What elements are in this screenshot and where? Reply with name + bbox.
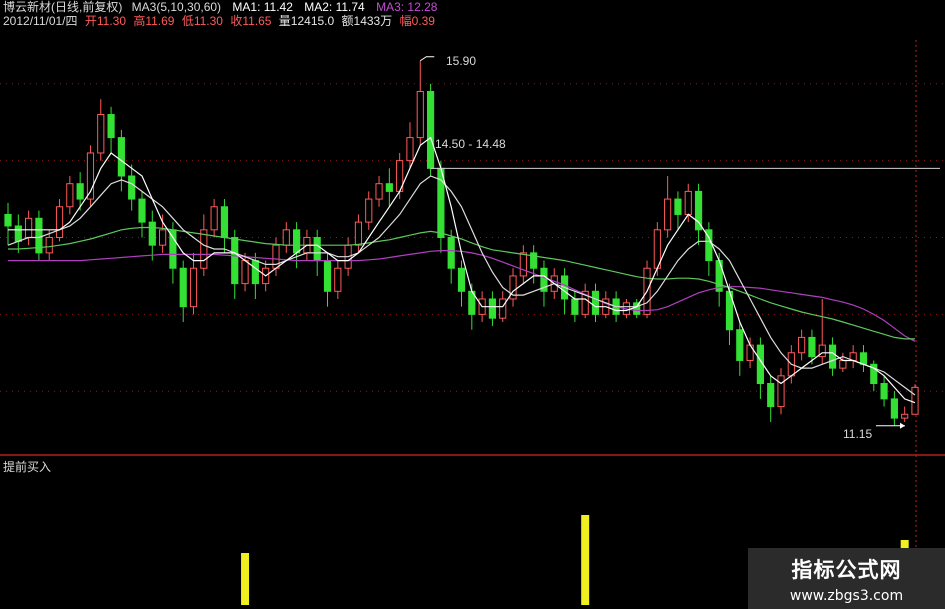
candle-body [241,260,249,285]
candle-body [282,229,290,246]
candle-body [313,237,321,262]
candle-body [4,213,12,227]
stock-chart[interactable] [0,0,945,609]
candle-body [447,237,455,269]
watermark: 指标公式网 www.zbgs3.com [748,548,945,609]
candle-body [365,198,373,223]
candle-body [694,190,703,231]
candle-body [138,198,146,223]
candle-body [777,375,785,408]
candle-body [159,229,167,246]
volume-value: 量12415.0 [278,14,335,28]
candle-body [354,221,363,246]
candle-body [107,114,115,139]
candle-body [890,398,898,419]
candle-body [488,298,497,319]
candle-body [169,229,177,269]
candle-body [334,267,342,292]
candle-body [323,260,332,292]
date-label: 2012/11/01/四 [3,14,78,28]
amount-value: 额1433万 [341,14,393,28]
candle-body [231,237,239,285]
ma2-value: MA2: 11.74 [304,0,365,14]
candle-body [519,252,527,277]
candle-body [457,267,466,292]
high-marker [419,56,435,62]
candle-body [200,229,208,269]
stock-name: 博云新材(日线,前复权) [3,0,123,14]
low-value: 低11.30 [181,14,223,28]
header-row-1: 博云新材(日线,前复权) MA3(5,10,30,60) MA1: 11.42 … [3,0,437,14]
candle-body [591,290,600,315]
low-price-label: 11.15 [843,427,873,441]
candle-body [220,206,229,239]
high-price-label: 15.90 [446,54,477,68]
candle-body [736,329,744,361]
watermark-url: www.zbgs3.com [789,588,904,604]
candle-body [292,229,301,254]
range-label: 14.50 - 14.48 [435,137,506,151]
candle-body [128,175,136,200]
ma-params-label: MA3(5,10,30,60) [131,0,222,14]
close-value: 收11.65 [230,14,272,28]
candle-body [798,336,806,354]
candle-body [880,383,888,400]
open-value: 开11.30 [84,14,126,28]
signal-bar [241,553,250,605]
candle-body [571,298,579,315]
candle-body [148,221,156,246]
signal-bar [581,515,590,605]
candle-body [55,206,64,239]
candle-body [189,267,198,308]
candle-body [117,137,125,177]
candle-body [664,198,672,231]
candle-body [808,336,816,358]
ma1-value: MA1: 11.42 [232,0,293,14]
annotation-layer [419,56,940,429]
candle-body [416,90,424,139]
low-arrow-head [900,422,905,429]
indicator-title: 提前买入 [3,460,52,474]
candle-body [406,137,414,162]
grid-layer [0,40,945,600]
candle-body [499,298,507,319]
candle-body [674,198,682,215]
candle-body [385,183,393,192]
candle-body [633,302,641,315]
change-value: 幅0.39 [399,14,435,28]
candle-body [97,114,105,154]
candle-body [901,413,909,419]
candle-body [45,237,53,254]
high-value: 高11.69 [133,14,175,28]
candle-body [767,383,775,408]
ma3-value: MA3: 12.28 [376,0,438,14]
candle-body [210,206,218,231]
candle-body [859,352,868,365]
header-row-2: 2012/11/01/四 开11.30 高11.69 低11.30 收11.65… [3,14,435,28]
candle-body [839,359,847,369]
candle-body [14,225,22,242]
candle-body [828,344,837,369]
candle-body [76,183,84,200]
candle-body [426,90,435,169]
candle-body [684,190,692,215]
candle-body [25,217,33,238]
candle-body [375,183,383,200]
candle-body [179,267,187,308]
candle-body [66,183,74,208]
candle-layer [4,60,919,426]
watermark-title: 指标公式网 [791,559,902,582]
candle-body [911,386,919,415]
candle-body [251,260,259,285]
